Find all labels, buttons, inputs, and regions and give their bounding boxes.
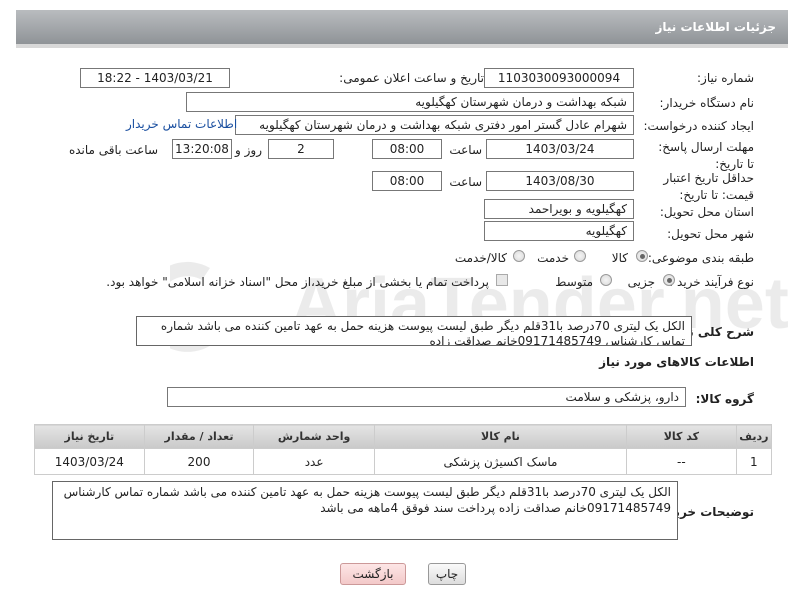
process-option-partial: جزیی (627, 275, 655, 289)
deadline-label: مهلت ارسال پاسخ: تا تاریخ: (658, 140, 754, 171)
cell-unit: عدد (253, 448, 375, 475)
description-value: الکل یک لیتری 70درصد با31قلم دیگر طبق لی… (136, 316, 692, 346)
price-validity-label: حداقل تاریخ اعتبار قیمت: تا تاریخ: (663, 171, 754, 202)
category-option-service: خدمت (537, 251, 569, 265)
page-header: جزئیات اطلاعات نیاز (16, 10, 788, 44)
announce-label: تاریخ و ساعت اعلان عمومی: (339, 71, 484, 85)
need-number-value: 1103030093000094 (484, 68, 634, 88)
city-label: شهر محل تحویل: (667, 227, 754, 241)
back-button[interactable]: بازگشت (340, 563, 406, 585)
col-row: ردیف (735, 424, 773, 449)
buyer-org-value: شبکه بهداشت و درمان شهرستان کهگیلویه (186, 92, 634, 112)
buyer-org-label: نام دستگاه خریدار: (659, 96, 755, 110)
category-radio-goods[interactable] (636, 250, 648, 262)
process-option-medium: متوسط (555, 275, 593, 289)
province-label: استان محل تحویل: (659, 205, 754, 219)
process-label: نوع فرآیند خرید : (669, 275, 754, 289)
col-code: کد کالا (626, 424, 737, 449)
goods-table: ردیف کد کالا نام کالا واحد شمارش تعداد /… (34, 424, 773, 475)
deadline-date: 1403/03/24 (486, 139, 634, 159)
page-title: جزئیات اطلاعات نیاز (655, 20, 776, 34)
cell-date: 1403/03/24 (34, 448, 145, 475)
category-option-goods: کالا (611, 251, 628, 265)
table-row: 1 -- ماسک اکسیژن پزشکی عدد 200 1403/03/2… (34, 448, 773, 475)
requester-value: شهرام عادل گستر امور دفتری شبکه بهداشت و… (235, 115, 634, 135)
deadline-time-label: ساعت (449, 143, 482, 157)
category-radio-service[interactable] (574, 250, 586, 262)
deadline-time: 08:00 (372, 139, 442, 159)
cell-row: 1 (735, 448, 773, 475)
buyer-notes-value: الکل یک لیتری 70درصد با31قلم دیگر طبق لی… (52, 481, 678, 540)
remaining-label: ساعت باقی مانده (68, 143, 158, 157)
header-shadow (16, 44, 788, 48)
category-option-both: کالا/خدمت (454, 251, 507, 265)
col-qty: تعداد / مقدار (143, 424, 255, 449)
buyer-contact-link[interactable]: اطلاعات تماس خریدار (126, 117, 237, 131)
goods-info-title: اطلاعات کالاهای مورد نیاز (599, 355, 754, 369)
requester-label: ایجاد کننده درخواست: (643, 119, 754, 133)
col-date: تاریخ نیاز (34, 424, 145, 449)
col-name: نام کالا (373, 424, 628, 449)
print-button[interactable]: چاپ (428, 563, 466, 585)
remaining-time: 13:20:08 (172, 139, 232, 159)
goods-group-value: دارو، پزشکی و سلامت (167, 387, 686, 407)
deadline-days-label: روز و (235, 143, 262, 157)
province-value: کهگیلویه و بویراحمد (484, 199, 634, 219)
treasury-payment-note: پرداخت تمام یا بخشی از مبلغ خرید،از محل … (106, 275, 489, 289)
need-number-label: شماره نیاز: (697, 71, 754, 85)
price-validity-time-label: ساعت (449, 175, 482, 189)
col-unit: واحد شمارش (253, 424, 375, 449)
cell-qty: 200 (143, 448, 255, 475)
cell-code: -- (626, 448, 737, 475)
goods-group-label: گروه کالا: (695, 392, 754, 406)
deadline-days: 2 (268, 139, 334, 159)
category-label: طبقه بندی موضوعی: (647, 251, 754, 265)
announce-value: 1403/03/21 - 18:22 (80, 68, 230, 88)
price-validity-time: 08:00 (372, 171, 442, 191)
process-radio-medium[interactable] (600, 274, 612, 286)
treasury-payment-checkbox[interactable] (496, 274, 508, 286)
category-radio-both[interactable] (513, 250, 525, 262)
process-radio-partial[interactable] (663, 274, 675, 286)
city-value: کهگیلویه (484, 221, 634, 241)
price-validity-date: 1403/08/30 (486, 171, 634, 191)
cell-name: ماسک اکسیژن پزشکی (373, 448, 628, 475)
